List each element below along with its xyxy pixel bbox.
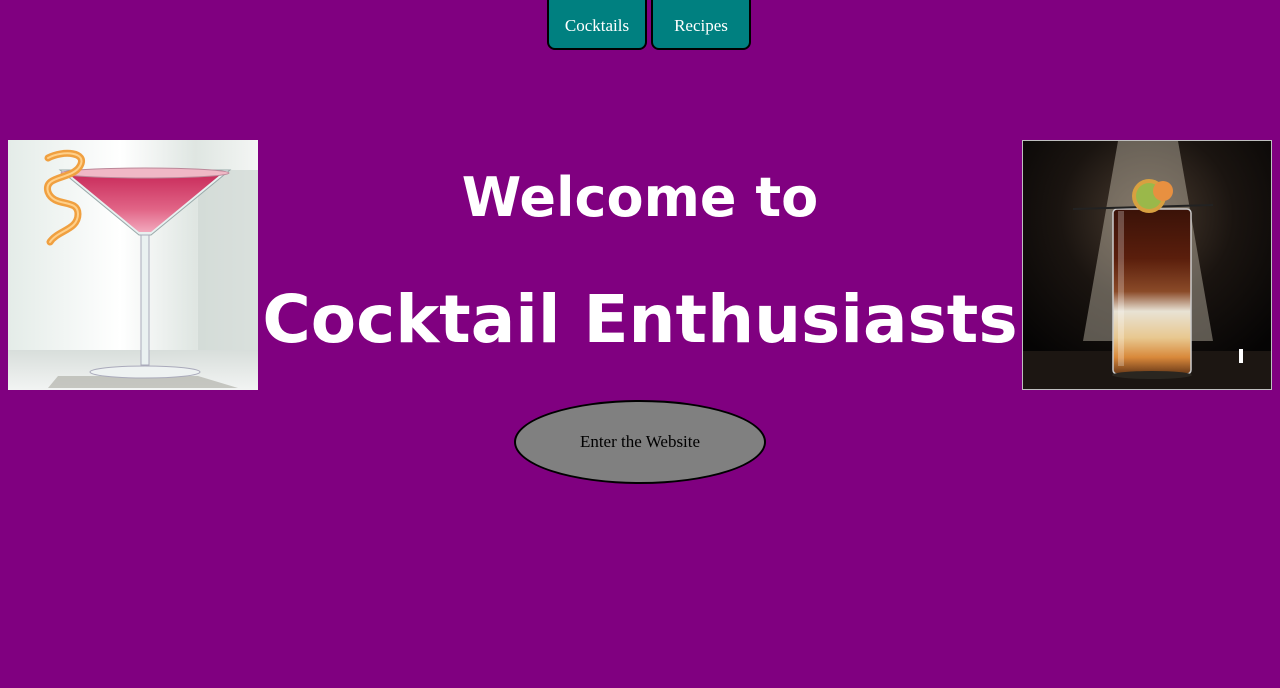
welcome-heading: Welcome to — [461, 166, 819, 229]
top-nav: Cocktails Recipes — [547, 0, 751, 50]
enter-website-button[interactable]: Enter the Website — [514, 400, 766, 484]
nav-tab-recipes[interactable]: Recipes — [651, 0, 751, 50]
site-title: Cocktail Enthusiasts — [262, 281, 1018, 358]
nav-tab-cocktails[interactable]: Cocktails — [547, 0, 647, 50]
